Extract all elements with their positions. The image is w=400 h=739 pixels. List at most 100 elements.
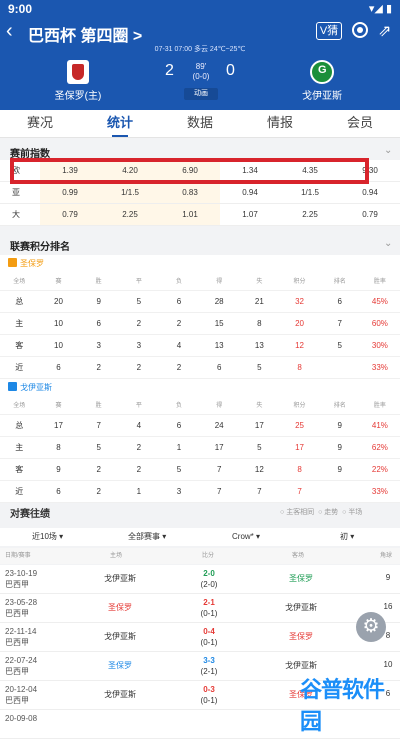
away-team-logo xyxy=(310,60,334,84)
league-row: 客 10 3 3 4 13 13 12 5 30% xyxy=(0,335,400,357)
gear-icon[interactable]: ⚙ xyxy=(356,612,386,642)
league-cell: 2 xyxy=(136,465,142,474)
watermark: 谷普软件园 xyxy=(300,677,385,734)
option-same-venue[interactable]: 主客相同 xyxy=(286,509,314,516)
share-icon[interactable]: ⇗ xyxy=(378,21,391,41)
home-score: 2 xyxy=(165,62,174,79)
full-score: 2-0 xyxy=(203,569,215,578)
history-away: 戈伊亚斯 xyxy=(285,603,317,612)
home-team-logo xyxy=(67,60,89,84)
history-row[interactable]: 23-05-28 巴西甲 圣保罗 2-1 (0-1) 戈伊亚斯 16 xyxy=(0,594,400,623)
league-cell: 13 xyxy=(254,341,264,350)
league-cell: 5 xyxy=(96,443,101,452)
league-cell: 9 xyxy=(337,465,342,474)
half-score: (0-1) xyxy=(200,696,218,705)
odds-value: 1/1.5 xyxy=(301,188,319,197)
league-cell xyxy=(320,481,360,502)
tab-intel[interactable]: 情报 xyxy=(240,110,320,137)
v-guess-button[interactable]: V猜 xyxy=(316,22,342,40)
match-date-comp: 20-12-04 巴西甲 xyxy=(5,684,37,706)
half-score: (2-0) xyxy=(200,580,218,589)
league-cell: 8 xyxy=(297,465,302,474)
league-header-cell: 得 xyxy=(216,279,223,285)
history-score: 3-3 (2-1) xyxy=(196,655,222,677)
match-date-comp: 22-07-24 巴西甲 xyxy=(5,655,37,677)
tab-stats[interactable]: 统计 xyxy=(80,110,160,137)
league-cell: 7 xyxy=(257,487,262,496)
match-date: 22-07-24 xyxy=(5,656,38,665)
option-trend[interactable]: 走势 xyxy=(324,509,338,516)
filter-competition[interactable]: 全部赛事 ▾ xyxy=(128,528,166,546)
league-header-cell: 胜率 xyxy=(373,279,386,285)
home-team[interactable]: 圣保罗(主) xyxy=(48,60,108,102)
league-cell: 25 xyxy=(295,421,304,430)
animation-button[interactable]: 动画 xyxy=(184,88,218,100)
league-cell: 28 xyxy=(214,297,224,306)
odds-type: 亚 xyxy=(12,188,20,197)
filter-initial[interactable]: 初 ▾ xyxy=(340,528,354,546)
odds-value: 0.99 xyxy=(40,182,100,203)
match-info: 07-31 07:00 多云 24℃~25℃ xyxy=(154,46,246,53)
league-cell: 17 xyxy=(254,421,264,430)
league-cell: 4 xyxy=(176,341,182,350)
team-tag-name: 戈伊亚斯 xyxy=(20,383,52,392)
match-competition: 巴西甲 xyxy=(5,696,29,705)
match-date: 22-11-14 xyxy=(5,627,37,636)
away-team[interactable]: 戈伊亚斯 xyxy=(292,60,352,102)
league-header-cell: 赛 xyxy=(55,279,62,285)
tab-data[interactable]: 数据 xyxy=(160,110,240,137)
league-cell: 32 xyxy=(295,297,304,306)
history-row[interactable]: 23-10-19 巴西甲 戈伊亚斯 2-0 (2-0) 圣保罗 9 xyxy=(0,565,400,594)
page-title[interactable]: 巴西杯 第四圈 > xyxy=(28,22,142,46)
match-date: 20-12-04 xyxy=(5,685,38,694)
half-score: (0-1) xyxy=(200,609,218,618)
odds-row[interactable]: 亚 0.99 1/1.5 0.83 0.94 1/1.5 0.94 xyxy=(0,182,400,204)
option-half[interactable]: 半场 xyxy=(348,509,362,516)
league-cell: 45% xyxy=(371,297,388,306)
league-cell: 6 xyxy=(56,487,61,496)
league-cell: 20 xyxy=(295,319,304,328)
history-row[interactable]: 22-11-14 巴西甲 戈伊亚斯 0-4 (0-1) 圣保罗 8 xyxy=(0,623,400,652)
tab-member[interactable]: 会员 xyxy=(320,110,400,137)
tab-live[interactable]: 赛况 xyxy=(0,110,80,137)
team-tag: 圣保罗 xyxy=(0,255,400,273)
target-icon[interactable] xyxy=(352,22,368,38)
league-row: 总 20 9 5 6 28 21 32 6 45% xyxy=(0,291,400,313)
filter-count[interactable]: 近10场 ▾ xyxy=(32,528,63,546)
league-cell: 5 xyxy=(257,363,262,372)
match-clock: 89' (0-0) xyxy=(186,62,216,82)
league-cell: 总 xyxy=(15,297,24,306)
league-cell: 3 xyxy=(176,487,182,496)
league-row: 近 6 2 1 3 7 7 7 33% xyxy=(0,481,400,503)
league-cell xyxy=(320,357,360,378)
odds-row[interactable]: 大 0.79 2.25 1.01 1.07 2.25 0.79 xyxy=(0,204,400,226)
odds-value: 0.79 xyxy=(362,210,378,219)
chevron-down-icon[interactable]: ⌄ xyxy=(384,238,392,249)
match-competition: 巴西甲 xyxy=(5,609,29,618)
match-date-comp: 22-11-14 巴西甲 xyxy=(5,626,36,648)
odds-value: 1.07 xyxy=(242,210,258,219)
league-header-cell: 胜率 xyxy=(373,403,386,409)
team-tag-name: 圣保罗 xyxy=(20,259,44,268)
league-row: 近 6 2 2 2 6 5 8 33% xyxy=(0,357,400,379)
league-cell: 6 xyxy=(337,297,342,306)
odds-value: 0.94 xyxy=(362,188,378,197)
filter-bookmaker[interactable]: Crow* ▾ xyxy=(232,528,260,546)
history-home: 戈伊亚斯 xyxy=(104,690,136,699)
league-cell: 3 xyxy=(96,341,101,350)
league-cell: 20 xyxy=(54,297,63,306)
half-score: (0-1) xyxy=(200,638,218,647)
col-corners: 角球 xyxy=(380,553,393,559)
league-cell: 2 xyxy=(176,319,182,328)
history-score: 2-1 (0-1) xyxy=(196,597,222,619)
league-row: 主 10 6 2 2 15 8 20 7 60% xyxy=(0,313,400,335)
league-cell: 8 xyxy=(297,363,302,372)
team-color-icon xyxy=(8,382,17,391)
history-header: 日期/赛事 主场 比分 客场 角球 xyxy=(0,548,400,564)
league-cell: 1 xyxy=(136,487,142,496)
match-competition: 巴西甲 xyxy=(5,580,29,589)
chevron-down-icon[interactable]: ⌄ xyxy=(384,145,392,156)
history-title: 对赛往绩 xyxy=(10,509,50,520)
match-date: 20-09-08 xyxy=(5,714,38,723)
back-arrow-icon[interactable]: ‹ xyxy=(6,20,13,42)
